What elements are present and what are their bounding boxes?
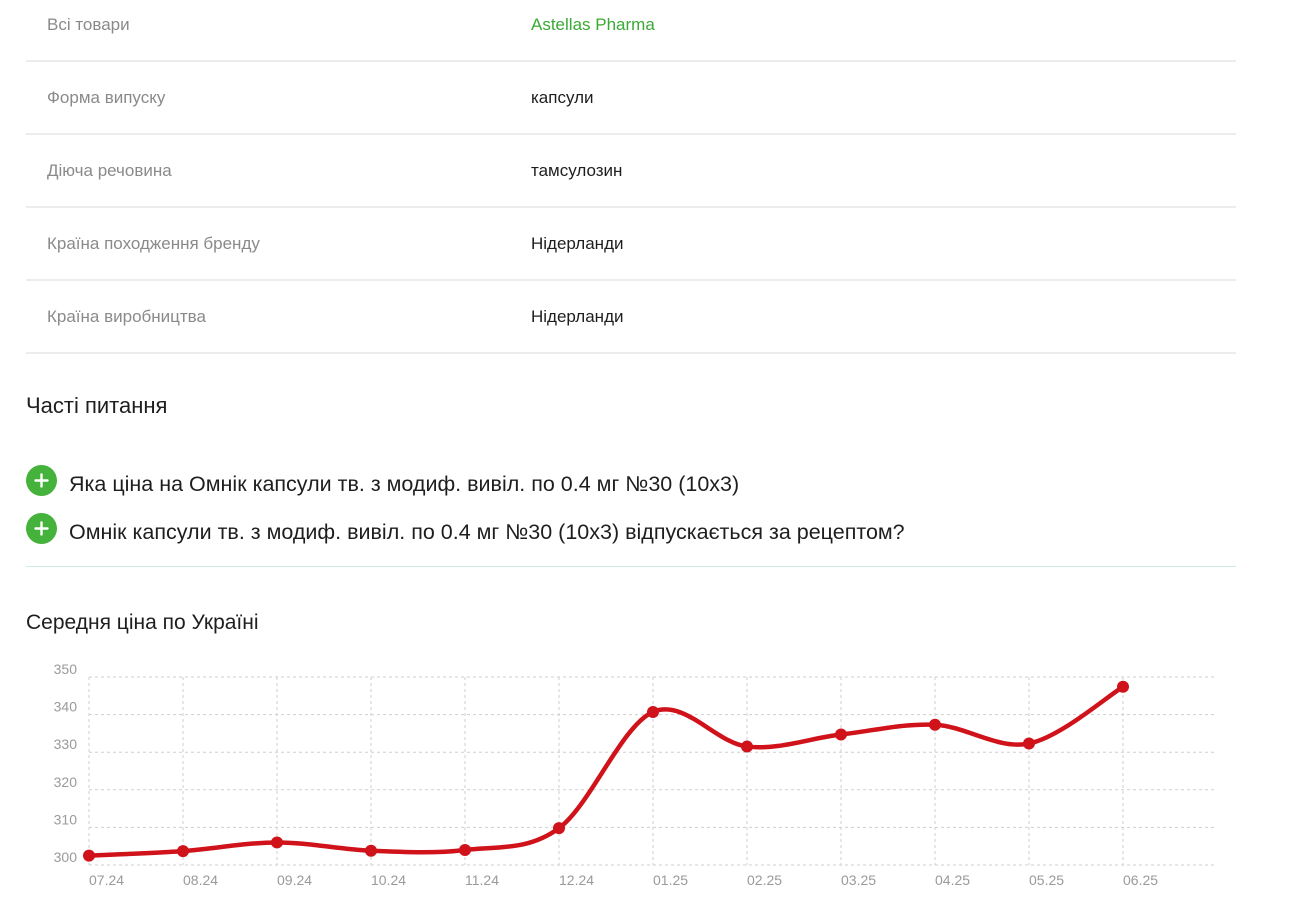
attr-value: Нідерланди (531, 307, 624, 326)
y-tick-label: 320 (54, 774, 78, 790)
attr-row-all-products: Всі товари Astellas Pharma (26, 0, 1236, 62)
x-tick-label: 01.25 (653, 872, 688, 888)
data-point (835, 728, 847, 741)
attr-label: Країна походження бренду (47, 234, 260, 253)
y-tick-label: 350 (54, 661, 78, 677)
section-divider (26, 566, 1236, 567)
x-tick-label: 02.25 (747, 872, 782, 888)
series-line (86, 684, 1126, 858)
product-attributes-table: Всі товари Astellas Pharma Форма випуску… (26, 0, 1236, 354)
x-tick-label: 03.25 (841, 872, 876, 888)
faq-item[interactable]: Омнік капсули тв. з модиф. вивіл. по 0.4… (26, 510, 1236, 558)
data-point (741, 740, 753, 753)
data-point (459, 843, 471, 856)
attr-row-active-substance: Діюча речовина тамсулозин (26, 135, 1236, 208)
attr-value: капсули (531, 88, 594, 107)
chart-title: Середня ціна по Україні (26, 611, 259, 634)
price-chart: 300 310 320 330 340 350 07.24 08.24 09.24 10.24 11… (54, 661, 1215, 888)
data-point (271, 836, 283, 849)
data-point (553, 822, 565, 835)
data-point (83, 849, 95, 862)
x-tick-label: 04.25 (935, 872, 970, 888)
y-tick-label: 310 (54, 811, 78, 827)
faq-item[interactable]: Яка ціна на Омнік капсули тв. з модиф. в… (26, 462, 1236, 510)
data-point (647, 705, 659, 718)
faq-title: Часті питання (26, 393, 168, 418)
faq-list: Яка ціна на Омнік капсули тв. з модиф. в… (26, 462, 1236, 558)
x-tick-label: 10.24 (371, 872, 406, 888)
y-tick-label: 300 (54, 849, 78, 865)
data-point (929, 718, 941, 731)
faq-question[interactable]: Омнік капсули тв. з модиф. вивіл. по 0.4… (69, 520, 905, 545)
attr-label: Форма випуску (47, 88, 166, 107)
x-tick-label: 11.24 (465, 872, 499, 888)
x-tick-label: 07.24 (89, 872, 124, 888)
y-tick-label: 340 (54, 699, 78, 715)
plus-icon[interactable] (26, 465, 57, 496)
data-point (177, 845, 189, 858)
attr-label: Країна виробництва (47, 307, 206, 326)
attr-label: Діюча речовина (47, 161, 172, 180)
faq-question[interactable]: Яка ціна на Омнік капсули тв. з модиф. в… (69, 472, 739, 497)
x-tick-label: 09.24 (277, 872, 312, 888)
attr-value: Нідерланди (531, 234, 624, 253)
y-tick-label: 330 (54, 736, 78, 752)
x-tick-label: 12.24 (559, 872, 594, 888)
data-point (1023, 737, 1035, 750)
attr-row-brand-country: Країна походження бренду Нідерланди (26, 208, 1236, 281)
x-tick-label: 06.25 (1123, 872, 1158, 888)
plus-icon[interactable] (26, 513, 57, 544)
attr-value: тамсулозин (531, 161, 623, 180)
attr-row-production-country: Країна виробництва Нідерланди (26, 281, 1236, 354)
manufacturer-link[interactable]: Astellas Pharma (531, 15, 655, 35)
x-tick-label: 08.24 (183, 872, 218, 888)
attr-label: Всі товари (47, 15, 130, 34)
data-point (1117, 680, 1129, 693)
data-point (365, 844, 377, 857)
x-tick-label: 05.25 (1029, 872, 1064, 888)
attr-row-form: Форма випуску капсули (26, 62, 1236, 135)
